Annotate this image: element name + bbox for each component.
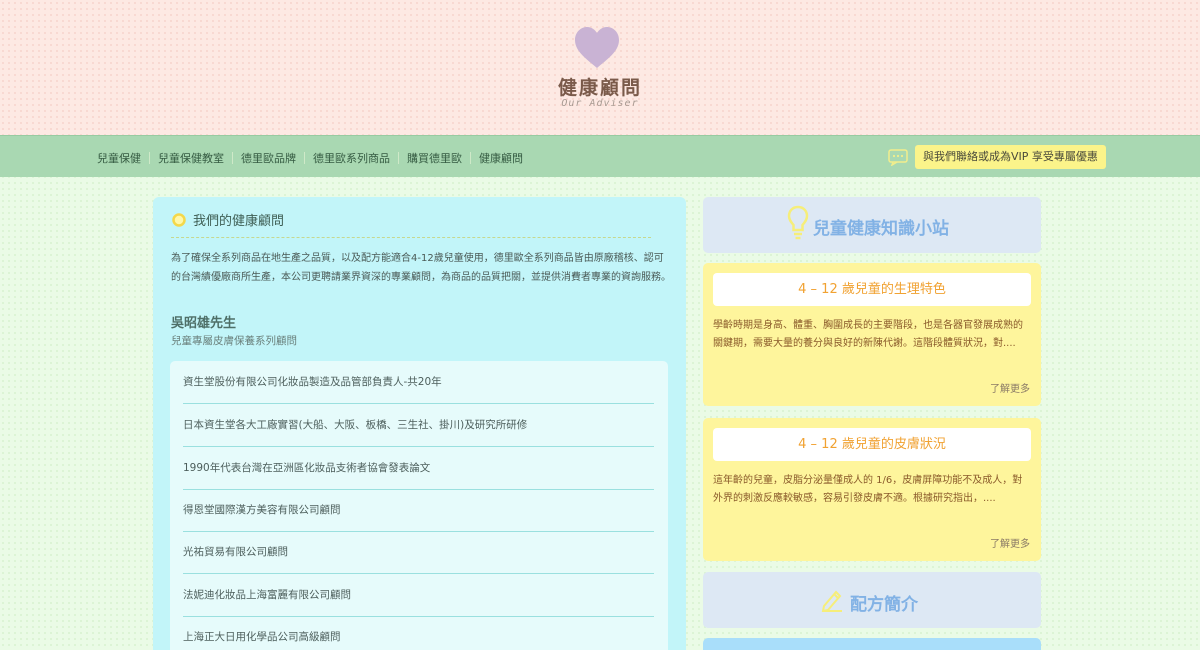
- article-excerpt: 這年齡的兒童，皮脂分泌量僅成人的 1/6，皮膚屏障功能不及成人，對外界的刺激反應…: [713, 475, 1023, 504]
- nav-item-adviser[interactable]: 健康顧問: [479, 150, 523, 166]
- formula-title: 配方簡介: [850, 595, 918, 615]
- chat-bubble-icon[interactable]: [888, 149, 908, 166]
- career-list: 資生堂股份有限公司化妝品製造及品管部負責人-共20年 日本資生堂各大工廠實習(大…: [170, 361, 668, 650]
- nav-item-buy[interactable]: 購買德里歐: [407, 150, 462, 166]
- article-card: 4 – 12 歲兒童的皮膚狀況 這年齡的兒童，皮脂分泌量僅成人的 1/6，皮膚屏…: [703, 418, 1041, 561]
- adviser-name: 吳昭雄先生: [171, 316, 237, 331]
- nav-divider: [304, 152, 305, 164]
- vip-contact-button[interactable]: 與我們聯絡或成為VIP 享受專屬優惠: [915, 145, 1106, 169]
- heart-icon[interactable]: [574, 27, 620, 69]
- pencil-icon: [821, 590, 842, 612]
- lightbulb-icon: [787, 205, 809, 240]
- nav-item-products[interactable]: 德里歐系列商品: [313, 150, 390, 166]
- knowledge-title: 兒童健康知識小站: [813, 219, 949, 239]
- list-item: 1990年代表台灣在亞洲區化妝品支術者協會發表論文: [183, 447, 654, 490]
- nav-item-health-class[interactable]: 兒童保健教室: [158, 150, 224, 166]
- nav-divider: [398, 152, 399, 164]
- adviser-role: 兒童專屬皮膚保養系列顧問: [171, 335, 297, 347]
- list-item: 得恩堂國際漢方美容有限公司顧問: [183, 489, 654, 532]
- list-item: 法妮迪化妝品上海富麗有限公司顧問: [183, 574, 654, 617]
- adviser-heading-title: 我們的健康顧問: [193, 214, 285, 229]
- formula-header: 配方簡介: [703, 572, 1041, 628]
- article-excerpt: 學齡時期是身高、體重、胸圍成長的主要階段，也是各器官發展成熟的關鍵期，需要大量的…: [713, 320, 1023, 349]
- list-item: 上海正大日用化學品公司高級顧問: [183, 616, 654, 650]
- adviser-panel: 我們的健康顧問 為了確保全系列商品在地生產之品質，以及配方能適合4-12歲兒童使…: [153, 197, 686, 650]
- nav-item-brand[interactable]: 德里歐品牌: [241, 150, 296, 166]
- site-subtitle: Our Adviser: [561, 98, 639, 109]
- nav-item-kids-health[interactable]: 兒童保健: [97, 150, 141, 166]
- heading-divider: [171, 237, 651, 238]
- site-title: 健康顧問: [557, 77, 642, 99]
- nav-divider: [149, 152, 150, 164]
- adviser-heading: 我們的健康顧問: [172, 210, 284, 229]
- list-item: 日本資生堂各大工廠實習(大船、大阪、板橋、三生社、掛川)及研究所研修: [183, 404, 654, 447]
- adviser-intro: 為了確保全系列商品在地生產之品質，以及配方能適合4-12歲兒童使用，德里歐全系列…: [171, 253, 671, 283]
- yellow-circle-bullet-icon: [172, 212, 186, 227]
- article-title[interactable]: 4 – 12 歲兒童的皮膚狀況: [713, 428, 1031, 461]
- knowledge-station-header: 兒童健康知識小站: [703, 197, 1041, 253]
- nav-list: 兒童保健 兒童保健教室 德里歐品牌 德里歐系列商品 購買德里歐 健康顧問: [97, 150, 523, 166]
- read-more-link[interactable]: 了解更多: [990, 535, 1030, 550]
- article-title[interactable]: 4 – 12 歲兒童的生理特色: [713, 273, 1031, 306]
- nav-divider: [470, 152, 471, 164]
- list-item: 光祐貿易有限公司顧問: [183, 531, 654, 574]
- list-item: 資生堂股份有限公司化妝品製造及品管部負責人-共20年: [183, 361, 654, 404]
- read-more-link[interactable]: 了解更多: [990, 380, 1030, 395]
- nav-divider: [232, 152, 233, 164]
- site-header: 健康顧問 Our Adviser: [0, 0, 1200, 135]
- main-nav: 兒童保健 兒童保健教室 德里歐品牌 德里歐系列商品 購買德里歐 健康顧問 與我們…: [0, 135, 1200, 177]
- article-card: 4 – 12 歲兒童的生理特色 學齡時期是身高、體重、胸圍成長的主要階段，也是各…: [703, 263, 1041, 406]
- formula-card: [703, 638, 1041, 650]
